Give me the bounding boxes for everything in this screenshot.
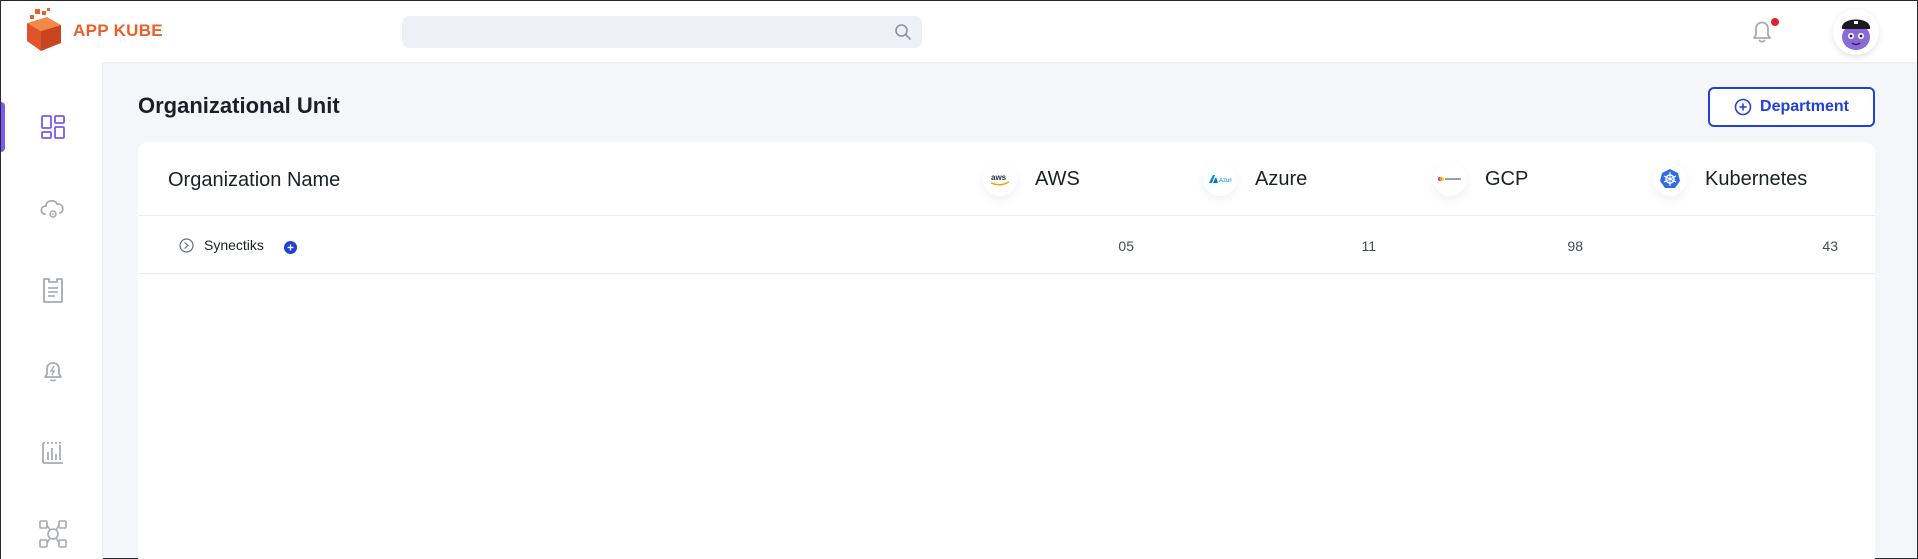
avatar-icon (1833, 9, 1879, 55)
aws-count: 05 (1118, 238, 1134, 254)
azure-label: Azure (1255, 167, 1308, 190)
column-header-kubernetes: Kubernetes (1653, 162, 1807, 196)
svg-text:aws: aws (991, 173, 1007, 182)
kubernetes-logo (1653, 162, 1687, 196)
sidebar (1, 62, 103, 559)
page-title: Organizational Unit (138, 93, 340, 118)
gcp-label: GCP (1485, 167, 1529, 190)
add-department-label: Department (1760, 98, 1849, 115)
aws-icon: aws (990, 173, 1010, 186)
plus-circle-icon (1734, 98, 1752, 116)
notification-badge (1771, 18, 1779, 26)
workflow-icon (39, 520, 67, 548)
search-input[interactable] (402, 16, 922, 48)
search-bar[interactable] (402, 16, 922, 48)
clipboard-icon (43, 278, 63, 303)
column-header-azure: Azure Azure (1203, 162, 1307, 196)
column-header-gcp: GCP (1433, 162, 1528, 196)
expand-chevron-icon[interactable] (179, 238, 194, 253)
add-sub-unit-button[interactable] (284, 241, 297, 254)
azure-icon: Azure (1209, 175, 1232, 184)
svg-text:Azure: Azure (1219, 178, 1232, 184)
cube-logo-icon (27, 8, 61, 51)
sidebar-item-analytics[interactable] (33, 433, 73, 473)
azure-count: 11 (1361, 238, 1376, 254)
alert-bell-icon (44, 362, 62, 382)
organization-name: Synectiks (204, 237, 264, 253)
aws-label: AWS (1035, 167, 1080, 190)
dashboard-icon (41, 115, 65, 139)
kubernetes-icon (1660, 169, 1680, 188)
sidebar-item-cloud[interactable] (33, 188, 73, 228)
analytics-icon (42, 442, 63, 464)
app-logo[interactable]: APP KUBE (21, 7, 163, 55)
sidebar-item-dashboard[interactable] (33, 107, 73, 147)
gcp-icon (1438, 177, 1461, 181)
kubernetes-label: Kubernetes (1705, 167, 1808, 190)
top-bar: APP KUBE (1, 1, 1917, 62)
column-header-organization-name: Organization Name (168, 169, 341, 191)
organization-table: Organization Name aws AWS Azure Azure (138, 142, 1875, 559)
sidebar-active-indicator (1, 102, 5, 152)
plus-icon (287, 244, 294, 251)
aws-logo: aws (983, 162, 1017, 196)
azure-logo: Azure (1203, 162, 1237, 196)
kubernetes-count: 43 (1822, 238, 1838, 254)
logo-text: APP KUBE (73, 21, 163, 40)
gcp-logo (1433, 162, 1467, 196)
sidebar-item-alerts[interactable] (33, 351, 73, 391)
table-row[interactable]: Synectiks 05 11 98 43 (138, 216, 1875, 274)
gcp-count: 98 (1567, 238, 1583, 254)
add-department-button[interactable]: Department (1708, 87, 1875, 127)
sidebar-item-workflow[interactable] (33, 514, 73, 554)
table-header: Organization Name aws AWS Azure Azure (138, 142, 1875, 216)
search-icon[interactable] (894, 23, 912, 41)
user-avatar[interactable] (1833, 9, 1879, 55)
sidebar-item-reports[interactable] (33, 270, 73, 310)
column-header-aws: aws AWS (983, 162, 1080, 196)
cloud-icon (40, 199, 64, 218)
